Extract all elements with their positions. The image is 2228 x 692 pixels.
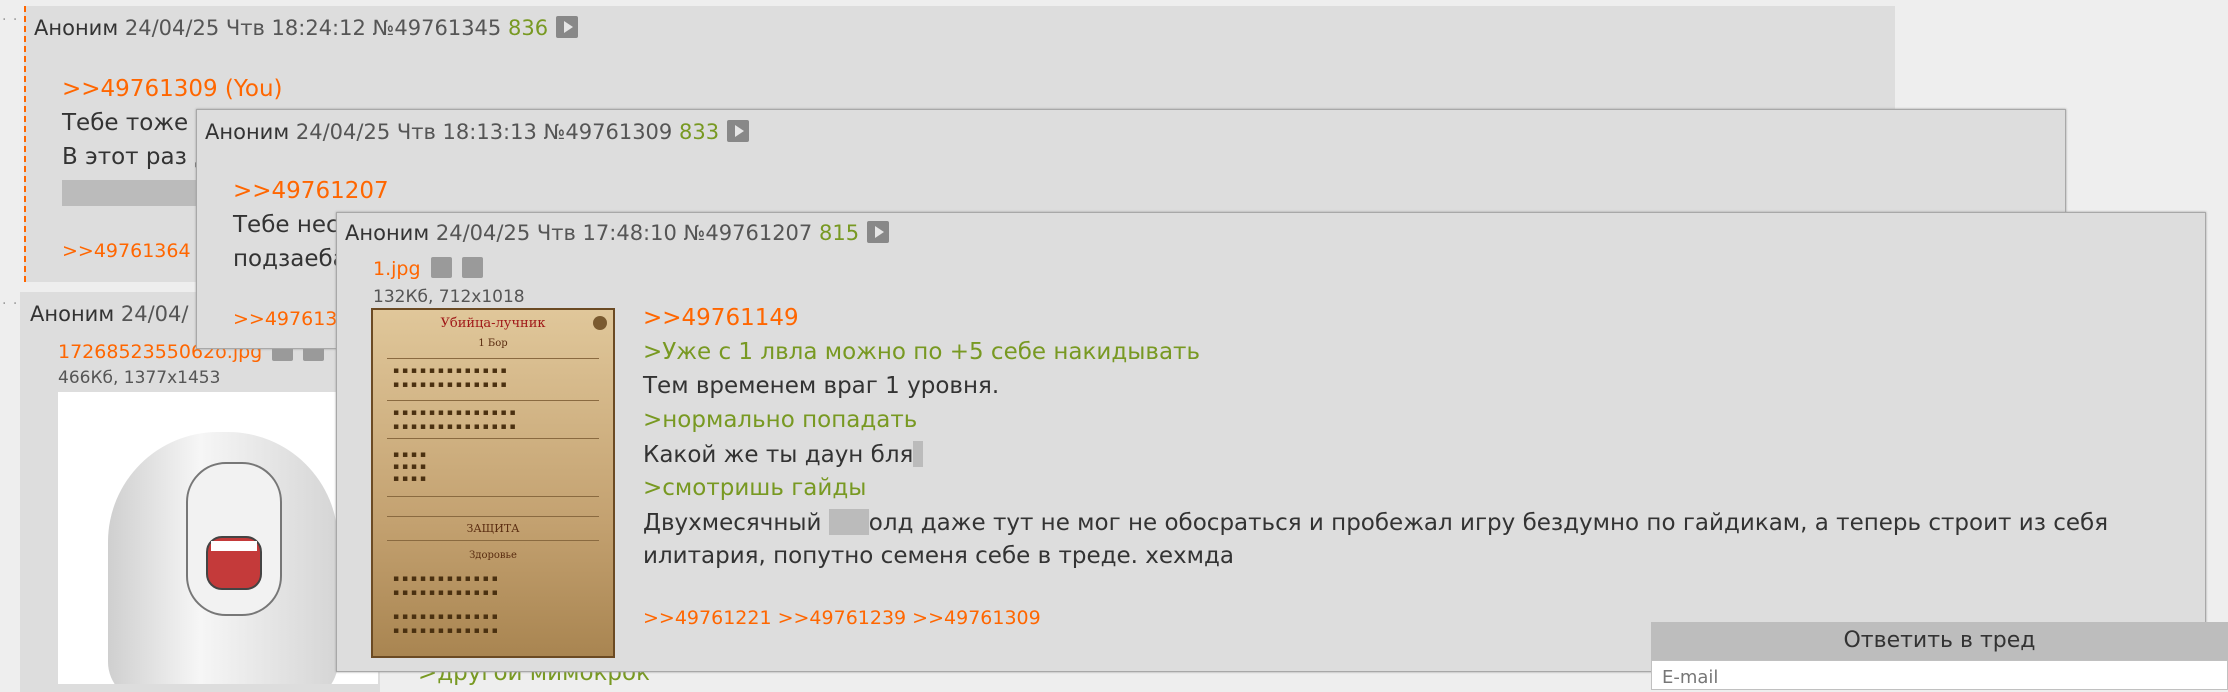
post-datetime: 24/04/25 Чтв 18:24:12 <box>124 16 366 40</box>
post-dots[interactable]: · · <box>2 296 18 312</box>
spoiler[interactable] <box>913 441 924 467</box>
reply-links[interactable]: >>49761364 <box>62 240 191 262</box>
post-header: Аноним 24/04/25 Чтв 17:48:10 №49761207 8… <box>345 221 890 245</box>
image-section: ЗАЩИТА <box>466 522 520 535</box>
post-datetime: 24/04/25 Чтв 17:48:10 <box>435 221 677 245</box>
post-number[interactable]: №49761309 <box>544 120 673 144</box>
reply-to-thread-button[interactable]: Ответить в тред <box>1651 622 2228 660</box>
post-text: олд даже тут не мог не обосраться и проб… <box>868 510 2109 536</box>
mouth-drawing <box>206 536 262 590</box>
quote-link[interactable]: >>49761309 (You) <box>62 76 283 102</box>
post-number[interactable]: №49761345 <box>373 16 502 40</box>
post-text-line: В этот раз д <box>62 144 211 170</box>
face-drawing <box>186 462 282 616</box>
post-text-line: Тебе нес <box>233 212 339 238</box>
post-count: 815 <box>818 221 860 245</box>
image-level: 1 Бор <box>478 338 508 349</box>
post-datetime: 24/04/ <box>120 302 189 326</box>
image-title: Убийца-лучник <box>440 316 546 331</box>
post-text-line: Тем временем враг 1 уровня. <box>643 373 1000 399</box>
post-text-line: Двухмесячный олд даже тут не мог не обос… <box>643 509 2108 536</box>
post-dots[interactable]: · · <box>2 12 18 28</box>
post-count: 833 <box>678 120 720 144</box>
post-text: Какой же ты даун бля <box>643 442 914 468</box>
greentext: >смотришь гайды <box>643 475 867 501</box>
greentext: >Уже с 1 лвла можно по +5 себе накидыват… <box>643 339 1201 365</box>
play-icon[interactable] <box>867 221 890 243</box>
email-field[interactable]: E-mail <box>1651 660 2228 690</box>
post-author: Аноним <box>205 120 290 144</box>
quote-link[interactable]: >>49761149 <box>643 305 799 331</box>
file-meta: 466Кб, 1377x1453 <box>58 368 221 388</box>
image-stat: Здоровье <box>469 550 517 561</box>
search-icon[interactable] <box>430 257 452 278</box>
spoiler[interactable] <box>62 180 202 206</box>
download-icon[interactable] <box>461 257 483 278</box>
post-datetime: 24/04/25 Чтв 18:13:13 <box>295 120 537 144</box>
post-text: Двухмесячный <box>643 510 822 536</box>
play-icon[interactable] <box>556 16 579 38</box>
file-meta: 132Кб, 712x1018 <box>373 287 525 307</box>
greentext: >нормально попадать <box>643 407 918 433</box>
close-icon <box>593 316 607 330</box>
post-image-thumbnail[interactable] <box>58 392 378 684</box>
post-text-line: илитария, попутно семеня себе в треде. х… <box>643 543 1235 569</box>
post-author: Аноним <box>30 302 115 326</box>
post-header: Аноним 24/04/25 Чтв 18:24:12 №49761345 8… <box>34 16 579 40</box>
post-image-thumbnail[interactable]: Убийца-лучник 1 Бор ▪ ▪ ▪ ▪ ▪ ▪ ▪ ▪ ▪ ▪ … <box>371 308 615 658</box>
post-text-line: подзаеба <box>233 246 347 272</box>
file-name[interactable]: 1.jpg <box>373 258 421 280</box>
play-icon[interactable] <box>727 120 750 142</box>
post-49761207-popup: Аноним 24/04/25 Чтв 17:48:10 №49761207 8… <box>336 212 2206 672</box>
post-author: Аноним <box>34 16 119 40</box>
post-text-line: Какой же ты даун бля <box>643 441 924 468</box>
post-count: 836 <box>507 16 549 40</box>
spoiler[interactable] <box>828 509 869 535</box>
post-header: Аноним 24/04/ <box>30 302 188 326</box>
post-author: Аноним <box>345 221 430 245</box>
post-text-line: Тебе тоже <box>62 110 189 136</box>
post-header: Аноним 24/04/25 Чтв 18:13:13 №49761309 8… <box>205 120 750 144</box>
quote-link[interactable]: >>49761207 <box>233 178 389 204</box>
file-link[interactable]: 1.jpg <box>373 257 483 280</box>
post-number[interactable]: №49761207 <box>684 221 813 245</box>
reply-links[interactable]: >>49761221 >>49761239 >>49761309 <box>643 607 1041 629</box>
